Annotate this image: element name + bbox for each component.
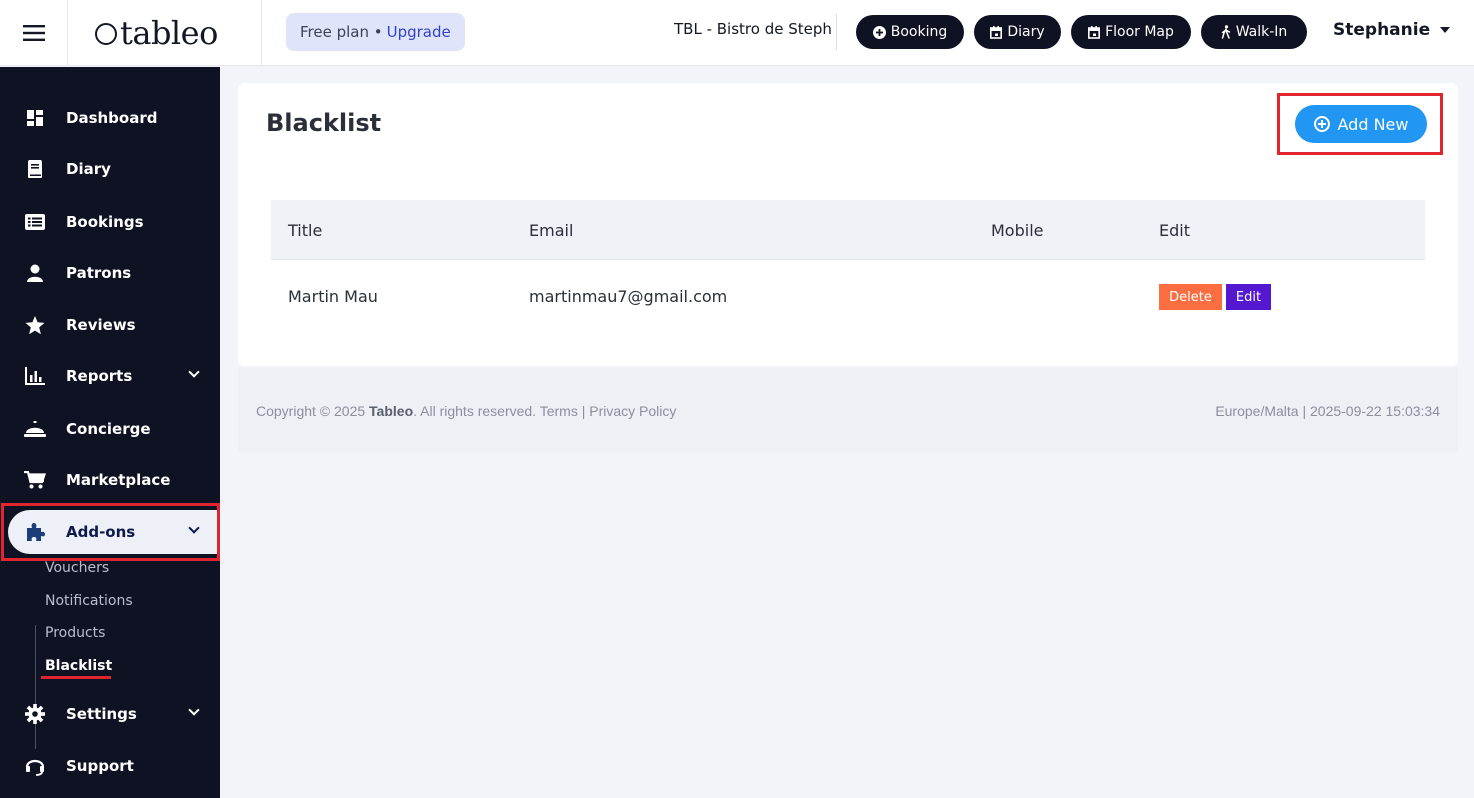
dashboard-icon [24,107,46,129]
column-header-title: Title [288,221,323,240]
footer-brand: Tableo [369,403,414,419]
sidebar-item-label: Reviews [66,316,136,334]
sidebar-item-settings[interactable]: Settings [0,692,220,736]
booking-button-label: Booking [890,24,948,40]
delete-button[interactable]: Delete [1159,284,1222,310]
footer-separator: | [581,403,586,419]
sidebar-item-label: Add-ons [66,523,136,541]
sidebar-item-label: Bookings [66,213,144,231]
bar-chart-icon [24,365,46,387]
page-title: Blacklist [266,109,382,137]
submenu-item-vouchers[interactable]: Vouchers [45,560,109,576]
walk-in-button[interactable]: Walk-In [1201,15,1307,49]
blacklist-table: Title Email Mobile Edit Martin Mau marti… [271,200,1425,334]
sidebar-item-label: Patrons [66,264,132,282]
walking-icon [1221,25,1230,39]
sidebar-item-addons[interactable]: Add-ons [8,510,220,554]
submenu-item-notifications[interactable]: Notifications [45,593,133,609]
sidebar-item-diary[interactable]: Diary [0,147,220,191]
person-icon [24,262,46,284]
cell-email: martinmau7@gmail.com [529,287,728,306]
plus-circle-icon [1313,116,1330,132]
cart-icon [24,469,46,491]
upgrade-link[interactable]: Upgrade [387,23,451,41]
sidebar-item-label: Reports [66,367,133,385]
column-header-edit: Edit [1159,221,1190,240]
rights-text: . All rights reserved. [413,403,537,419]
cell-title: Martin Mau [288,287,378,306]
footer-copyright: Copyright © 2025 Tableo. All rights rese… [256,403,676,419]
logo[interactable]: tableo [69,0,262,66]
star-icon [24,314,46,336]
sidebar-item-label: Settings [66,705,137,723]
sidebar-item-label: Marketplace [66,471,171,489]
sidebar-item-dashboard[interactable]: Dashboard [0,96,220,140]
calendar-icon [990,25,1003,39]
sidebar: Dashboard Diary Bookings Patrons Reviews… [0,67,220,798]
active-submenu-underline [41,676,111,679]
restaurant-name[interactable]: TBL - Bistro de Steph [674,20,836,38]
floor-map-button[interactable]: Floor Map [1071,15,1191,49]
terms-link[interactable]: Terms [540,403,578,419]
sidebar-item-concierge[interactable]: Concierge [0,407,220,451]
book-icon [24,158,46,180]
footer: Copyright © 2025 Tableo. All rights rese… [238,368,1458,452]
sidebar-item-patrons[interactable]: Patrons [0,251,220,295]
headset-icon [24,755,46,777]
chevron-down-icon [188,366,200,378]
user-menu[interactable]: Stephanie [1333,20,1451,40]
sidebar-item-reviews[interactable]: Reviews [0,303,220,347]
bell-icon [24,418,46,440]
logo-ring-icon [95,23,117,45]
sidebar-item-reports[interactable]: Reports [0,354,220,398]
sidebar-item-label: Dashboard [66,109,158,127]
privacy-policy-link[interactable]: Privacy Policy [589,403,676,419]
chevron-down-icon [188,704,200,716]
user-name: Stephanie [1333,20,1431,40]
calendar-icon [1088,25,1101,39]
column-header-mobile: Mobile [991,221,1044,240]
plan-badge: Free plan • Upgrade [286,13,465,51]
logo-text: tableo [120,14,218,52]
column-header-email: Email [529,221,574,240]
table-header: Title Email Mobile Edit [271,200,1425,260]
caret-down-icon [1440,27,1451,33]
puzzle-icon [24,521,46,543]
hamburger-menu-icon[interactable] [0,0,68,66]
edit-button[interactable]: Edit [1226,284,1271,310]
add-new-label: Add New [1337,114,1409,134]
plan-text: Free plan • [300,23,383,41]
footer-timezone-time: Europe/Malta | 2025-09-22 15:03:34 [1215,403,1440,419]
copyright-text: Copyright © 2025 [256,403,366,419]
sidebar-item-marketplace[interactable]: Marketplace [0,458,220,502]
list-icon [24,211,46,233]
sidebar-item-support[interactable]: Support [0,744,220,788]
diary-button-label: Diary [1007,24,1045,40]
top-bar: tableo Free plan • Upgrade TBL - Bistro … [0,0,1474,66]
booking-button[interactable]: Booking [856,15,964,49]
header-divider [836,14,837,50]
chevron-down-icon [188,522,200,534]
sidebar-item-bookings[interactable]: Bookings [0,200,220,244]
submenu-item-blacklist[interactable]: Blacklist [45,658,112,674]
sidebar-item-label: Support [66,757,134,775]
walk-in-button-label: Walk-In [1235,24,1288,40]
diary-button[interactable]: Diary [974,15,1061,49]
add-new-button[interactable]: Add New [1295,105,1427,143]
table-row: Martin Mau martinmau7@gmail.com Delete E… [271,260,1425,334]
submenu-item-products[interactable]: Products [45,625,105,641]
plus-circle-icon [872,25,886,39]
gear-icon [24,703,46,725]
sidebar-item-label: Diary [66,160,111,178]
sidebar-item-label: Concierge [66,420,151,438]
floor-map-button-label: Floor Map [1105,24,1174,40]
main-card: Blacklist Add New Title Email Mobile Edi… [238,83,1458,366]
